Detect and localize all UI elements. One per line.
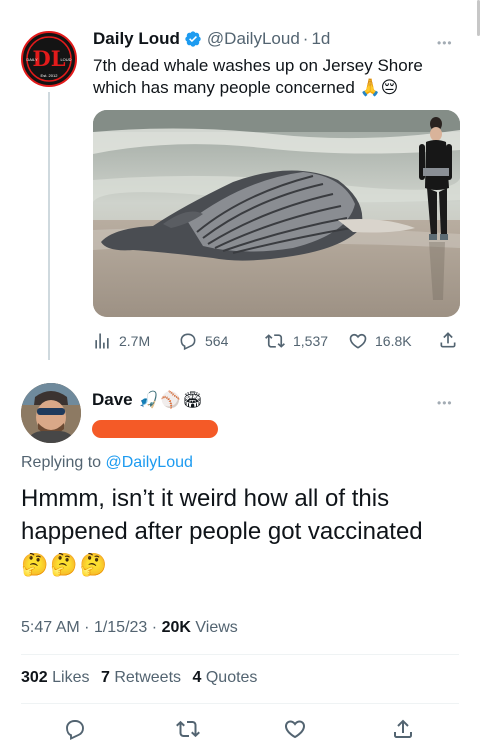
tweet-more-options-icon[interactable]: ••• bbox=[437, 36, 453, 50]
replying-to-line: Replying to @DailyLoud bbox=[21, 454, 193, 472]
reply-time[interactable]: 5:47 AM bbox=[21, 619, 80, 636]
reply-icon bbox=[66, 720, 84, 741]
tweet-header: Daily Loud @DailyLoud · 1d bbox=[93, 29, 330, 49]
reply-author-emoji: 🎣⚾🏟 bbox=[138, 392, 205, 409]
daily-loud-logo: DL DAILY LOUD Est. 2012 bbox=[24, 34, 74, 84]
reply-emoji: 🤔🤔🤔 bbox=[21, 552, 110, 577]
divider-top bbox=[21, 654, 459, 655]
views-stat[interactable]: 2.7M bbox=[92, 331, 150, 351]
whale-beach-image bbox=[93, 110, 460, 317]
tweet-age[interactable]: 1d bbox=[311, 29, 330, 49]
quotes-stat[interactable]: 4 Quotes bbox=[192, 669, 257, 686]
reply-author-name[interactable]: Dave bbox=[92, 390, 133, 410]
quotes-count: 4 bbox=[192, 669, 202, 686]
retweet-stat[interactable]: 1,537 bbox=[264, 331, 328, 351]
reply-text-line-1: Hmmm, isn’t it weird how all of this bbox=[21, 485, 390, 512]
reply-views-label: Views bbox=[195, 619, 238, 636]
logo-left-word: DAILY bbox=[26, 57, 38, 62]
reply-header: Dave 🎣⚾🏟 bbox=[92, 390, 205, 410]
quotes-label: Quotes bbox=[205, 669, 258, 686]
share-button[interactable] bbox=[438, 330, 458, 355]
replying-to-handle[interactable]: @DailyLoud bbox=[106, 454, 193, 471]
header-separator: · bbox=[302, 29, 309, 48]
retweet-icon bbox=[176, 720, 200, 738]
reply-text-line-2: happened after people got vaccinated bbox=[21, 518, 423, 545]
reply-action-button[interactable] bbox=[63, 717, 87, 746]
meta-separator-1: · bbox=[84, 619, 90, 636]
reply-stat[interactable]: 564 bbox=[178, 331, 228, 351]
retweets-count: 7 bbox=[100, 669, 110, 686]
views-icon bbox=[95, 333, 109, 349]
thread-connector-line bbox=[48, 92, 50, 360]
redacted-handle bbox=[92, 420, 218, 438]
reply-more-options-icon[interactable]: ••• bbox=[437, 396, 453, 410]
replying-to-label: Replying to bbox=[21, 454, 102, 471]
dave-avatar[interactable] bbox=[21, 383, 81, 443]
views-count: 2.7M bbox=[119, 333, 151, 349]
tweet-text-line-1: 7th dead whale washes up on Jersey Shore bbox=[93, 56, 423, 75]
dave-avatar-image bbox=[21, 383, 81, 443]
likes-stat[interactable]: 302 Likes bbox=[21, 669, 90, 686]
tweet-author-name[interactable]: Daily Loud bbox=[93, 29, 180, 49]
reply-icon bbox=[180, 333, 196, 351]
like-count: 16.8K bbox=[375, 333, 412, 349]
divider-bottom bbox=[21, 703, 459, 704]
meta-separator-2: · bbox=[151, 619, 158, 636]
likes-count: 302 bbox=[21, 669, 48, 686]
like-stat[interactable]: 16.8K bbox=[348, 331, 412, 351]
retweet-icon bbox=[265, 334, 285, 348]
share-action-button[interactable] bbox=[391, 717, 415, 746]
reply-count: 564 bbox=[205, 333, 229, 349]
reply-engagement-stats: 302 Likes 7 Retweets 4 Quotes bbox=[21, 669, 257, 687]
retweets-stat[interactable]: 7 Retweets bbox=[101, 669, 181, 686]
retweet-count: 1,537 bbox=[293, 333, 329, 349]
tweet-text-line-2: which has many people concerned 🙏😔 bbox=[93, 77, 463, 99]
daily-loud-avatar[interactable]: DL DAILY LOUD Est. 2012 bbox=[21, 31, 77, 87]
like-icon bbox=[349, 333, 367, 349]
likes-label: Likes bbox=[52, 669, 90, 686]
share-icon bbox=[440, 332, 456, 348]
tweet-text-line-2-words: which has many people concerned bbox=[93, 78, 355, 97]
retweets-label: Retweets bbox=[114, 669, 182, 686]
reply-views-count: 20K bbox=[161, 619, 191, 636]
retweet-action-button[interactable] bbox=[175, 717, 201, 746]
tweet-emoji: 🙏😔 bbox=[359, 78, 399, 97]
logo-right-word: LOUD bbox=[60, 57, 71, 62]
logo-est: Est. 2012 bbox=[41, 73, 59, 78]
reply-text: Hmmm, isn’t it weird how all of this hap… bbox=[21, 482, 471, 581]
tweet-photo-whale[interactable] bbox=[93, 110, 460, 317]
tweet-author-handle[interactable]: @DailyLoud bbox=[207, 29, 300, 49]
reply-date[interactable]: 1/15/23 bbox=[94, 619, 147, 636]
reply-meta: 5:47 AM · 1/15/23 · 20K Views bbox=[21, 619, 238, 637]
tweet-text: 7th dead whale washes up on Jersey Shore… bbox=[93, 55, 463, 99]
like-action-button[interactable] bbox=[283, 717, 307, 746]
like-icon bbox=[284, 720, 306, 739]
verified-badge-icon bbox=[185, 31, 201, 47]
share-icon bbox=[394, 719, 412, 738]
